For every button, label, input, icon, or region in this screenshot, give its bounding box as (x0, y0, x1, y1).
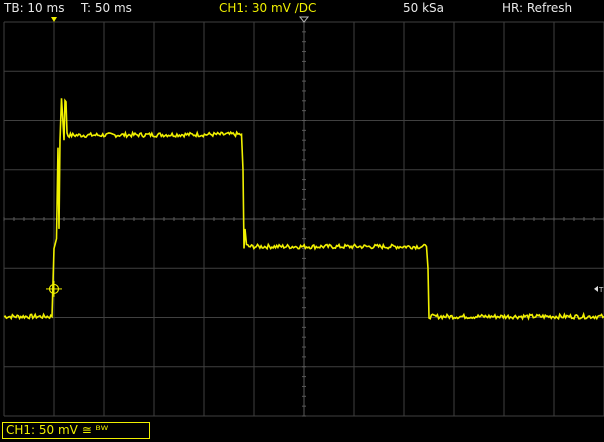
trigger-time-marker-icon (51, 17, 57, 22)
channel1-info-box[interactable]: CH1: 50 mV ≅ ᴮᵂ (2, 422, 150, 439)
trigger-level-label: T (598, 286, 604, 294)
scope-markers: T (46, 16, 604, 297)
oscilloscope-display: T (3, 16, 604, 417)
trigger-level-arrow-icon (594, 285, 598, 292)
graticule (3, 21, 604, 417)
center-marker-icon (298, 16, 310, 23)
